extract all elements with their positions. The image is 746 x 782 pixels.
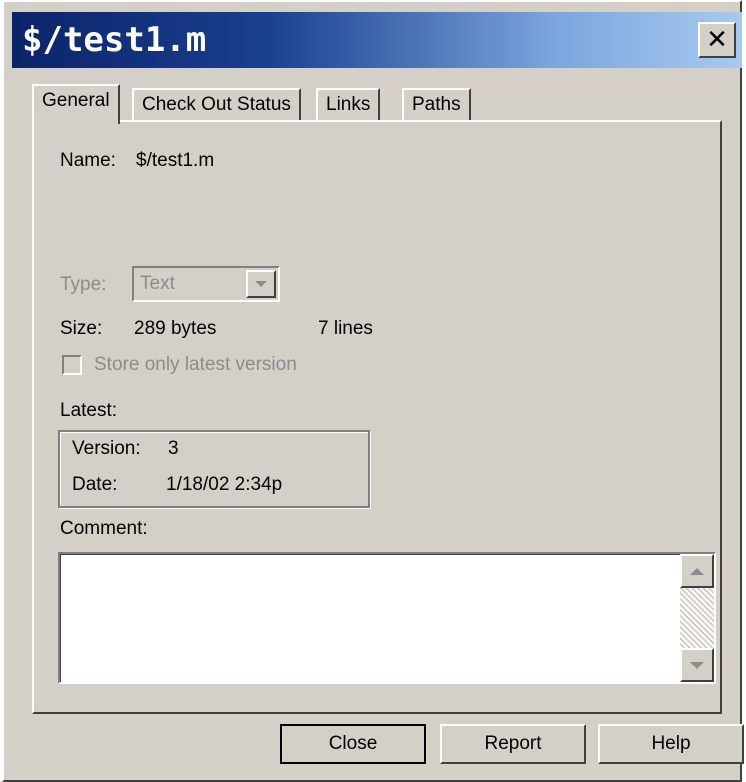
type-select-value: Text [140,273,175,294]
scroll-up-button[interactable] [680,554,714,588]
close-button-label: Close [328,733,378,754]
tab-paths-label: Paths [412,94,461,115]
store-latest-checkbox[interactable] [62,355,82,375]
tab-links[interactable]: Links [316,88,381,122]
latest-label: Latest: [60,400,118,421]
tab-general[interactable]: General [32,84,120,124]
name-label: Name: [60,150,116,171]
close-icon: ✕ [706,25,728,55]
tab-check-out-status[interactable]: Check Out Status [132,88,301,122]
report-button[interactable]: Report [440,724,586,764]
chevron-down-icon [255,281,267,287]
store-latest-label: Store only latest version [94,354,297,375]
close-button[interactable]: Close [280,724,426,764]
size-lines: 7 lines [318,318,373,339]
date-label: Date: [72,474,118,495]
version-value: 3 [168,438,179,459]
type-label: Type: [60,274,107,295]
tab-general-label: General [42,90,110,111]
version-label: Version: [72,438,141,459]
tab-check-out-status-label: Check Out Status [142,94,291,115]
size-bytes: 289 bytes [134,318,217,339]
scroll-down-button[interactable] [680,648,714,682]
help-button[interactable]: Help [598,724,744,764]
general-panel: Name: $/test1.m Type: Text Size: 289 byt… [32,120,722,714]
tab-paths[interactable]: Paths [402,88,471,122]
type-select-dropdown-button[interactable] [246,270,276,298]
comment-label: Comment: [60,518,148,539]
name-value: $/test1.m [136,150,215,171]
arrow-up-icon [690,567,704,575]
tab-links-label: Links [326,94,371,115]
title-bar[interactable]: $/test1.m ✕ [12,12,742,68]
size-label: Size: [60,318,103,339]
window-title: $/test1.m [22,20,207,60]
help-button-label: Help [651,733,691,754]
report-button-label: Report [484,733,542,754]
comment-scrollbar[interactable] [680,554,714,682]
properties-dialog: $/test1.m ✕ General Check Out Status Lin… [2,0,744,782]
latest-group-box: Version: 3 Date: 1/18/02 2:34p [58,430,370,508]
type-select[interactable]: Text [132,266,280,302]
close-window-button[interactable]: ✕ [698,22,736,58]
arrow-down-icon [690,661,704,669]
date-value: 1/18/02 2:34p [166,474,283,495]
comment-textarea[interactable] [58,552,716,684]
